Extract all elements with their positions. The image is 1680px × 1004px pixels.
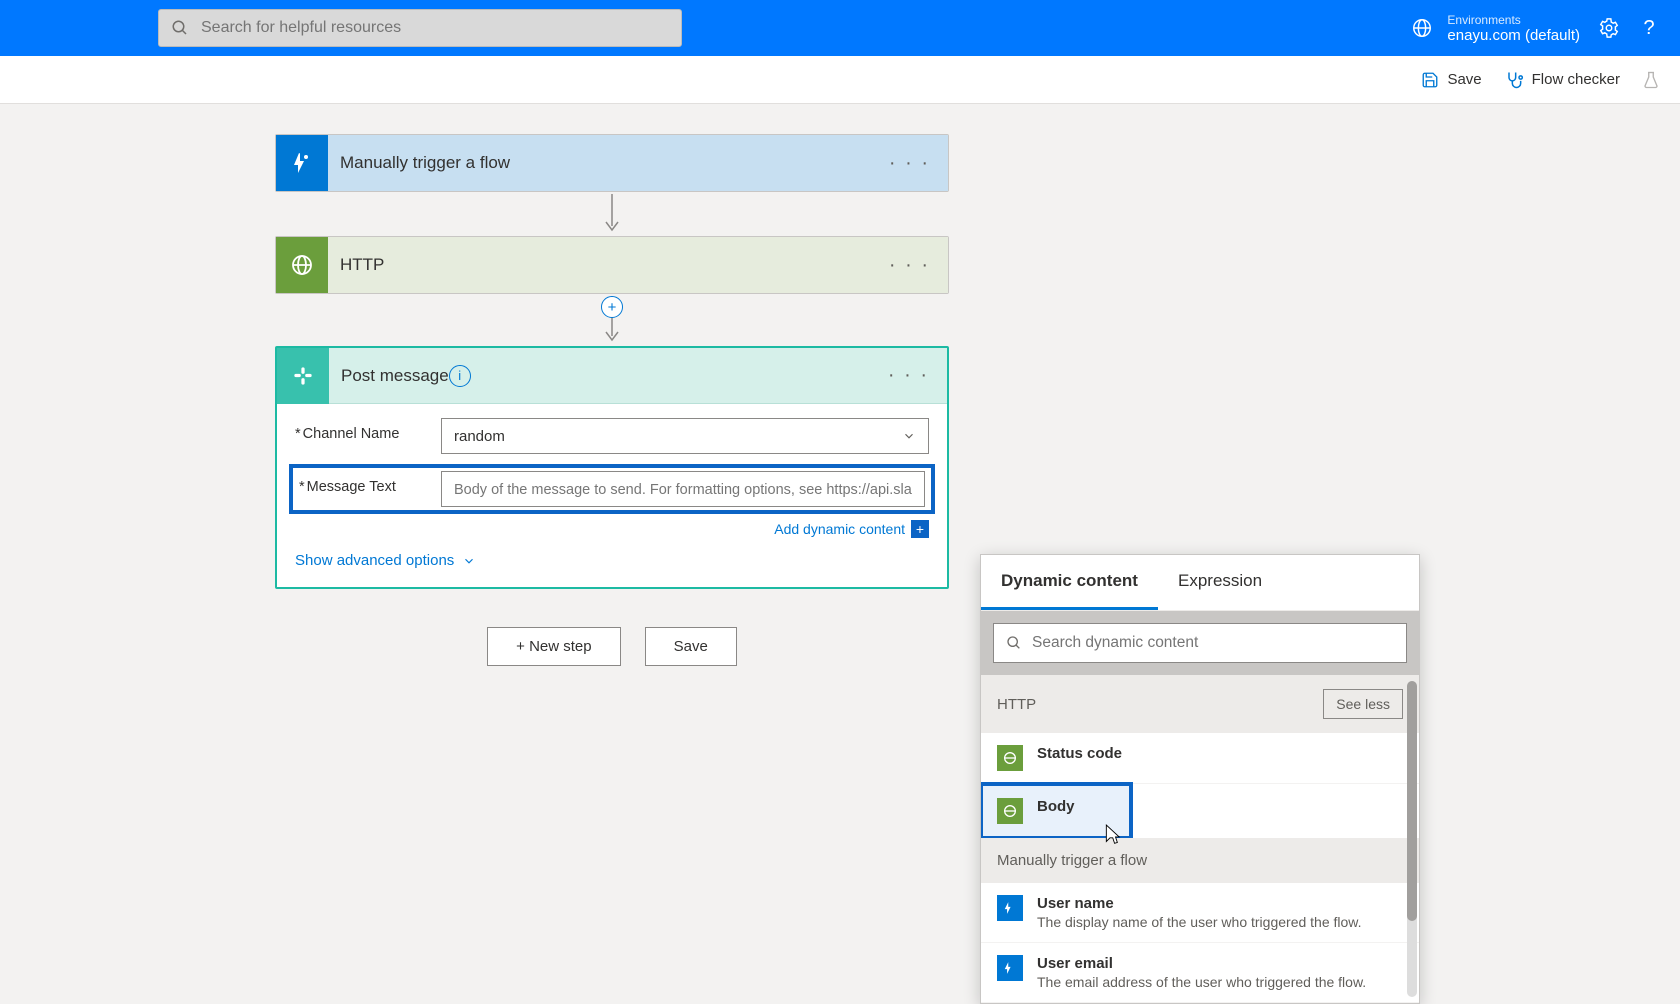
chevron-down-icon [462, 554, 476, 568]
save-icon [1421, 71, 1439, 89]
section-http: HTTP See less [981, 675, 1419, 733]
slack-icon [277, 348, 329, 404]
add-dynamic-content-link[interactable]: Add dynamic content + [295, 520, 929, 538]
trigger-menu[interactable]: · · · [889, 152, 930, 175]
test-icon[interactable] [1642, 70, 1660, 90]
tab-dynamic-content[interactable]: Dynamic content [981, 555, 1158, 610]
dynamic-content-panel: Dynamic content Expression HTTP See less [980, 554, 1420, 1004]
flow-canvas: Manually trigger a flow · · · HTTP · · ·… [0, 104, 1680, 666]
command-bar: Save Flow checker [0, 56, 1680, 104]
slack-title: Post message [341, 366, 449, 386]
environment-label: Environments [1447, 13, 1580, 27]
channel-label: Channel Name [303, 426, 400, 442]
search-icon [171, 19, 189, 37]
http-item-icon [997, 798, 1023, 824]
dyn-item-user-name[interactable]: User name The display name of the user w… [981, 883, 1419, 943]
global-search[interactable] [158, 9, 682, 47]
trigger-icon [276, 135, 328, 191]
search-icon [1006, 635, 1022, 651]
http-icon [276, 237, 328, 293]
stethoscope-icon [1504, 70, 1524, 90]
trigger-title: Manually trigger a flow [340, 153, 510, 173]
chevron-down-icon [902, 429, 916, 443]
dyn-item-status-code[interactable]: Status code [981, 733, 1419, 784]
environment-picker[interactable]: Environments enayu.com (default) [1411, 13, 1580, 44]
section-trigger: Manually trigger a flow [981, 838, 1419, 883]
help-icon[interactable]: ? [1638, 17, 1660, 39]
http-item-icon [997, 745, 1023, 771]
globe-icon [1411, 17, 1433, 39]
http-menu[interactable]: · · · [889, 254, 930, 277]
dyn-item-body[interactable]: Body [983, 786, 1129, 836]
info-icon[interactable]: i [449, 365, 471, 387]
flow-checker-button[interactable]: Flow checker [1504, 70, 1620, 90]
connector-arrow-1 [275, 194, 949, 234]
dynamic-search[interactable] [993, 623, 1407, 663]
show-advanced-options[interactable]: Show advanced options [295, 552, 929, 569]
global-search-input[interactable] [201, 19, 669, 37]
see-less-button[interactable]: See less [1323, 689, 1403, 719]
app-header: Environments enayu.com (default) ? [0, 0, 1680, 56]
message-text-input[interactable] [441, 471, 925, 507]
http-title: HTTP [340, 255, 384, 275]
slack-card-header[interactable]: Post message i · · · [277, 348, 947, 404]
message-label: Message Text [307, 479, 396, 495]
dyn-item-body-highlight: Body [981, 782, 1133, 840]
trigger-card[interactable]: Manually trigger a flow · · · [275, 134, 949, 192]
dyn-item-user-email[interactable]: User email The email address of the user… [981, 943, 1419, 1003]
slack-menu[interactable]: · · · [888, 364, 929, 387]
settings-icon[interactable] [1598, 17, 1620, 39]
scrollbar-thumb[interactable] [1407, 681, 1417, 921]
http-card[interactable]: HTTP · · · [275, 236, 949, 294]
dynamic-search-input[interactable] [1032, 634, 1394, 652]
channel-value: random [454, 428, 505, 445]
trigger-item-icon [997, 895, 1023, 921]
channel-select[interactable]: random [441, 418, 929, 454]
channel-name-row: *Channel Name random [295, 418, 929, 454]
save-button[interactable]: Save [1421, 71, 1481, 89]
tab-expression[interactable]: Expression [1158, 555, 1282, 610]
insert-step-button[interactable]: + [601, 296, 623, 318]
message-text-highlight: *Message Text [289, 464, 935, 514]
connector-arrow-2: + [275, 296, 949, 344]
save-flow-button[interactable]: Save [645, 627, 737, 666]
environment-value: enayu.com (default) [1447, 27, 1580, 44]
plus-icon: + [911, 520, 929, 538]
trigger-item-icon [997, 955, 1023, 981]
slack-post-message-card: Post message i · · · *Channel Name rando… [275, 346, 949, 589]
new-step-button[interactable]: + New step [487, 627, 620, 666]
